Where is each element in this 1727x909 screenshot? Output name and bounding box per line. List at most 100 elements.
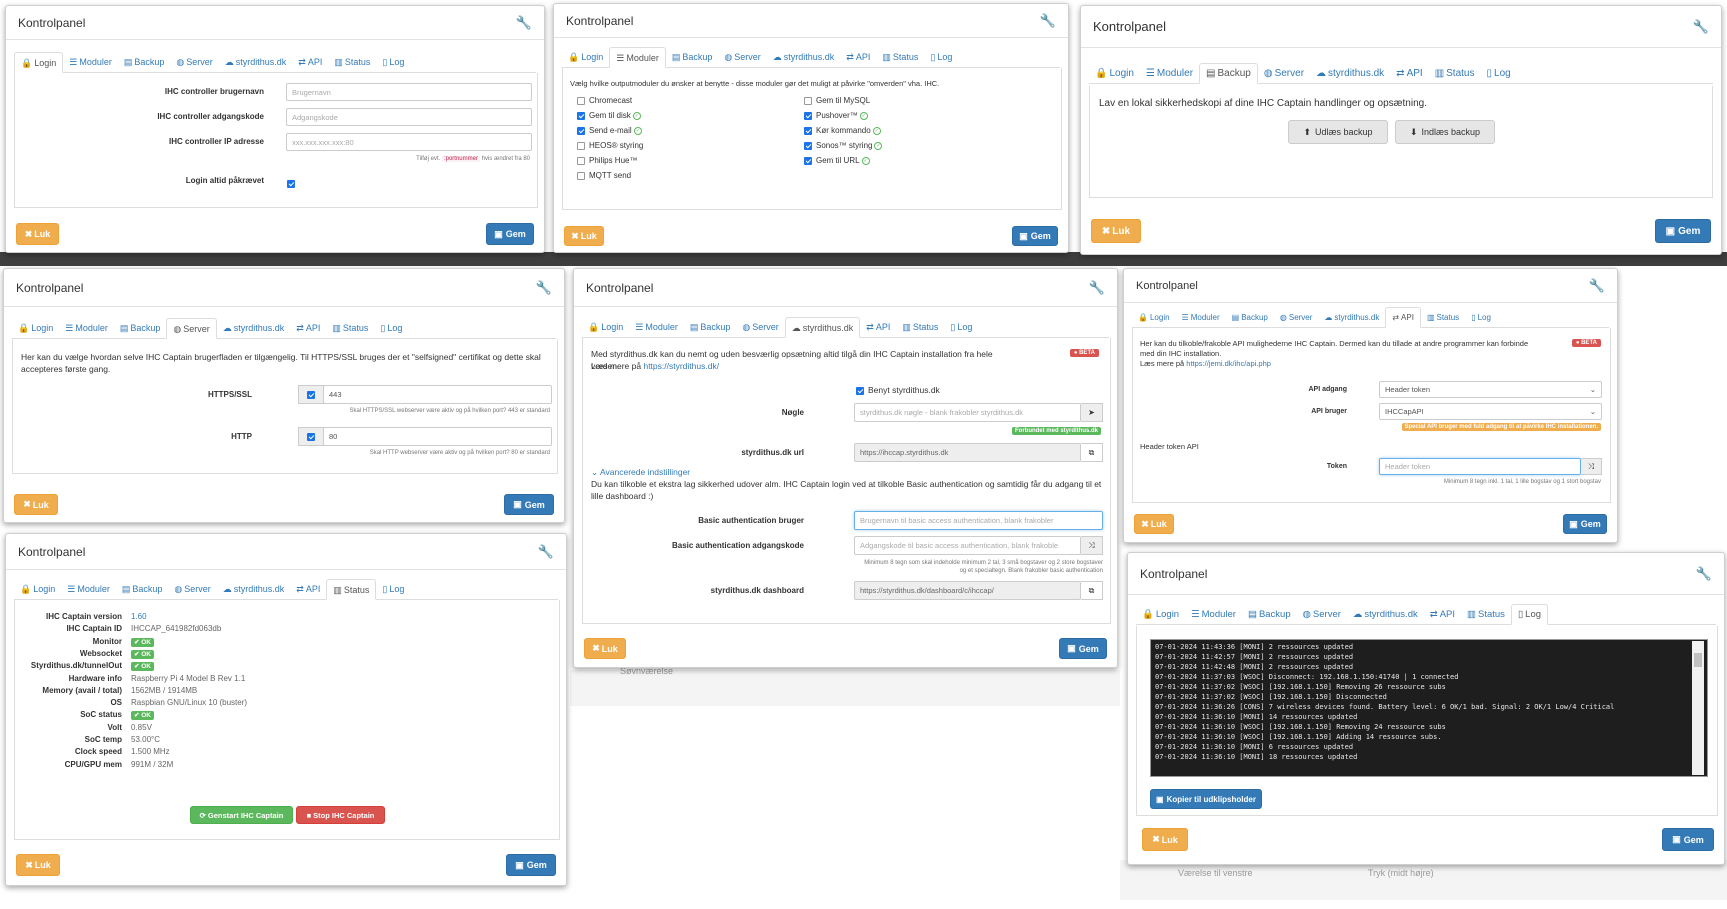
wrench-icon[interactable]: 🔧 (1589, 278, 1605, 294)
module-item[interactable]: Kør kommando ✓ (804, 126, 881, 135)
gem-button[interactable]: ▣ Gem (1059, 638, 1107, 659)
luk-button[interactable]: ✖ Luk (564, 226, 604, 246)
tab-log[interactable]: ▯ Log (924, 48, 958, 67)
tab-status[interactable]: ▥ Status (326, 319, 374, 338)
tab-moduler[interactable]: ☰ Moduler (1176, 308, 1226, 327)
module-item[interactable]: Gem til disk ✓ (577, 111, 641, 120)
tab-backup[interactable]: ▤ Backup (1242, 605, 1297, 624)
wrench-icon[interactable]: 🔧 (516, 15, 532, 31)
luk-button[interactable]: ✖ Luk (16, 223, 59, 245)
tab-styrdithus[interactable]: ☁ styrdithus.dk (767, 48, 841, 67)
module-item[interactable]: Gem til URL ✓ (804, 156, 870, 165)
tab-login[interactable]: 🔒 Login (562, 48, 609, 67)
tab-status[interactable]: ▥ Status (876, 48, 924, 67)
tab-login[interactable]: 🔒 Login (12, 319, 59, 338)
key-send-button[interactable]: ➤ (1081, 403, 1103, 422)
http-checkbox[interactable] (307, 432, 315, 441)
stop-button[interactable]: ■ Stop IHC Captain (296, 806, 385, 824)
module-checkbox[interactable] (577, 156, 585, 165)
http-port-input[interactable]: 80 (323, 427, 552, 446)
log-output[interactable]: 07-01-2024 11:43:36 [MONI] 2 ressources … (1150, 639, 1708, 777)
luk-button[interactable]: ✖ Luk (1142, 828, 1188, 851)
luk-button[interactable]: ✖ Luk (16, 854, 60, 876)
gem-button[interactable]: ▣ Gem (1012, 226, 1058, 246)
tab-backup[interactable]: ▤ Backup (116, 580, 169, 599)
tab-status[interactable]: ▥ Status (1429, 64, 1481, 83)
luk-button[interactable]: ✖ Luk (1134, 514, 1174, 534)
basic-pass-input[interactable]: Adgangskode til basic access authenticat… (854, 536, 1081, 555)
tab-login[interactable]: 🔒 Login (14, 52, 64, 73)
module-checkbox[interactable] (577, 126, 585, 135)
http-checkbox-addon[interactable] (298, 427, 324, 446)
tab-server[interactable]: ◍ Server (1297, 605, 1347, 624)
tab-status[interactable]: ▥ Status (326, 579, 377, 600)
tab-log[interactable]: ▯ Log (376, 580, 410, 599)
scrollbar-thumb[interactable] (1694, 653, 1702, 667)
tab-backup[interactable]: ▤ Backup (114, 319, 167, 338)
module-checkbox[interactable] (804, 111, 812, 120)
wrench-icon[interactable]: 🔧 (1696, 566, 1712, 582)
module-item[interactable]: Chromecast (577, 96, 632, 105)
tab-styrdithus[interactable]: ☁ styrdithus.dk (217, 580, 291, 599)
module-item[interactable]: Send e-mail ✓ (577, 126, 642, 135)
tab-login[interactable]: 🔒 Login (1132, 308, 1176, 327)
wrench-icon[interactable]: 🔧 (1693, 19, 1709, 35)
wrench-icon[interactable]: 🔧 (1040, 13, 1056, 29)
export-backup-button[interactable]: ⬆ Udlæs backup (1288, 120, 1388, 144)
tab-api[interactable]: ⇄ API (292, 53, 328, 72)
tab-backup[interactable]: ▤ Backup (118, 53, 171, 72)
tab-moduler[interactable]: ☰ Moduler (63, 53, 118, 72)
tab-backup[interactable]: ▤ Backup (1226, 308, 1274, 327)
luk-button[interactable]: ✖ Luk (584, 638, 626, 659)
tab-log[interactable]: ▯ Log (944, 318, 978, 337)
external-link-icon[interactable]: ⧉ (1081, 581, 1103, 600)
tab-status[interactable]: ▥ Status (1421, 308, 1465, 327)
tab-moduler[interactable]: ☰ Moduler (1140, 64, 1199, 83)
tab-backup[interactable]: ▤ Backup (1199, 63, 1258, 84)
gem-button[interactable]: ▣ Gem (486, 223, 534, 245)
tab-log[interactable]: ▯ Log (1481, 64, 1517, 83)
use-styrdithus-checkbox[interactable] (856, 386, 864, 395)
tab-login[interactable]: 🔒 Login (14, 580, 61, 599)
gem-button[interactable]: ▣ Gem (506, 854, 556, 876)
tab-api[interactable]: ⇄ API (1385, 307, 1421, 328)
https-checkbox[interactable] (307, 390, 315, 399)
url-input[interactable]: https://ihccap.styrdithus.dk (854, 443, 1081, 462)
module-checkbox[interactable] (577, 96, 585, 105)
https-checkbox-addon[interactable] (298, 385, 324, 404)
module-checkbox[interactable] (804, 126, 812, 135)
ihc-ip-input[interactable]: xxx.xxx.xxx.xxx:80 (286, 133, 532, 151)
module-checkbox[interactable] (804, 156, 812, 165)
copy-log-button[interactable]: ▣ Kopier til udklipsholder (1150, 789, 1262, 809)
login-always-checkbox[interactable] (287, 180, 295, 188)
module-item[interactable]: Gem til MySQL (804, 96, 870, 105)
gem-button[interactable]: ▣ Gem (1662, 828, 1714, 851)
tab-login[interactable]: 🔒 Login (1136, 605, 1185, 624)
tab-moduler[interactable]: ☰ Moduler (59, 319, 114, 338)
external-link-icon[interactable]: ⧉ (1081, 443, 1103, 462)
gem-button[interactable]: ▣ Gem (504, 494, 554, 515)
tab-server[interactable]: ◍ Server (166, 318, 217, 339)
tab-moduler[interactable]: ☰ Moduler (609, 47, 666, 68)
tab-styrdithus[interactable]: ☁ styrdithus.dk (784, 317, 861, 338)
status-value[interactable]: 1.60 (131, 612, 147, 621)
tab-backup[interactable]: ▤ Backup (666, 48, 719, 67)
token-input[interactable]: Header token (1379, 458, 1581, 475)
tab-moduler[interactable]: ☰ Moduler (629, 318, 684, 337)
import-backup-button[interactable]: ⬇ Indlæs backup (1395, 120, 1495, 144)
tab-api[interactable]: ⇄ API (1390, 64, 1429, 83)
tab-log[interactable]: ▯ Log (374, 319, 408, 338)
tab-moduler[interactable]: ☰ Moduler (1185, 605, 1242, 624)
tab-login[interactable]: 🔒 Login (582, 318, 629, 337)
styrdithus-link[interactable]: https://styrdithus.dk/ (643, 361, 719, 371)
tab-api[interactable]: ⇄ API (840, 48, 876, 67)
tab-server[interactable]: ◍ Server (736, 318, 784, 337)
api-user-select[interactable]: IHCCapAPI ⌄ (1379, 403, 1602, 420)
tab-log[interactable]: ▯ Log (1510, 604, 1549, 625)
tab-api[interactable]: ⇄ API (290, 580, 326, 599)
luk-button[interactable]: ✖ Luk (1091, 219, 1141, 243)
ihc-pass-input[interactable]: Adgangskode (286, 108, 532, 126)
module-item[interactable]: MQTT send (577, 171, 631, 180)
wrench-icon[interactable]: 🔧 (538, 544, 554, 560)
api-access-select[interactable]: Header token ⌄ (1379, 381, 1602, 398)
